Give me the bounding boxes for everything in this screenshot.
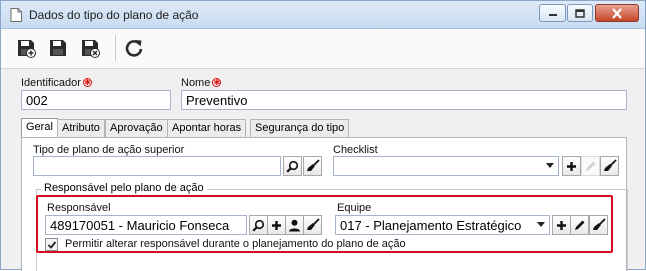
- close-icon: [612, 7, 622, 19]
- broom-icon: [306, 159, 320, 171]
- save-close-icon: [82, 40, 100, 58]
- chevron-down-icon: [546, 163, 554, 168]
- broom-icon: [603, 159, 617, 171]
- permitir-alterar-label: Permitir alterar responsável durante o p…: [65, 238, 406, 250]
- refresh-icon: [125, 40, 143, 57]
- add-equipe-button[interactable]: [552, 215, 571, 235]
- minimize-icon: [548, 14, 557, 16]
- nome-field[interactable]: Preventivo: [181, 90, 627, 110]
- clear-equipe-button[interactable]: [589, 215, 608, 235]
- toolbar-separator: [115, 35, 116, 61]
- save-button[interactable]: [47, 37, 69, 59]
- tab-aprovacao[interactable]: Aprovação: [105, 119, 168, 137]
- pencil-icon: [586, 161, 596, 171]
- window-title: Dados do tipo do plano de ação: [29, 8, 199, 22]
- search-tipo-superior-button[interactable]: [283, 156, 302, 176]
- plus-icon: [272, 220, 281, 230]
- identificador-field[interactable]: 002: [21, 90, 171, 110]
- add-checklist-button[interactable]: [562, 156, 581, 176]
- chevron-down-icon: [537, 222, 545, 227]
- save-new-icon: [18, 40, 36, 58]
- refresh-button[interactable]: [123, 37, 145, 59]
- equipe-label: Equipe: [337, 202, 372, 214]
- clear-responsavel-button[interactable]: [303, 215, 322, 235]
- save-new-button[interactable]: [15, 37, 37, 59]
- broom-icon: [592, 218, 606, 230]
- clear-checklist-button[interactable]: [600, 156, 619, 176]
- responsavel-field[interactable]: 489170051 - Mauricio Fonseca: [45, 215, 247, 235]
- minimize-button[interactable]: [539, 4, 566, 22]
- nome-label: Nome ✱: [181, 77, 222, 89]
- equipe-select[interactable]: 017 - Planejamento Estratégico: [335, 215, 550, 235]
- responsavel-group-legend: Responsável pelo plano de ação: [41, 182, 207, 194]
- tab-atributo[interactable]: Atributo: [57, 119, 105, 137]
- maximize-icon: [575, 8, 585, 18]
- edit-checklist-button[interactable]: [581, 156, 600, 176]
- checklist-label: Checklist: [333, 144, 378, 156]
- tab-seguranca-do-tipo[interactable]: Segurança do tipo: [250, 119, 350, 137]
- plus-icon: [567, 161, 576, 171]
- required-icon: ✱: [212, 78, 222, 87]
- search-icon: [286, 160, 299, 173]
- edit-equipe-button[interactable]: [570, 215, 589, 235]
- pencil-icon: [575, 220, 585, 230]
- required-icon: ✱: [82, 78, 92, 87]
- identificador-label: Identificador ✱: [21, 77, 92, 89]
- clear-tipo-superior-button[interactable]: [303, 156, 322, 176]
- tipo-superior-field[interactable]: [33, 156, 281, 176]
- maximize-button[interactable]: [567, 4, 593, 22]
- tipo-superior-label: Tipo de plano de ação superior: [33, 144, 185, 156]
- save-close-button[interactable]: [79, 37, 101, 59]
- plus-icon: [557, 220, 566, 230]
- broom-icon: [306, 218, 320, 230]
- save-icon: [50, 40, 66, 56]
- tab-apontar-horas[interactable]: Apontar horas: [167, 119, 247, 137]
- close-button[interactable]: [595, 4, 639, 22]
- document-icon: [10, 8, 22, 22]
- user-responsavel-button[interactable]: [285, 215, 304, 235]
- checkmark-icon: [47, 240, 56, 249]
- checklist-select[interactable]: [333, 156, 559, 176]
- title-bar: Dados do tipo do plano de ação: [1, 1, 645, 29]
- dialog-window: Dados do tipo do plano de ação Identific…: [0, 0, 646, 271]
- permitir-alterar-checkbox[interactable]: [45, 238, 58, 251]
- search-icon: [252, 219, 265, 232]
- tab-geral[interactable]: Geral: [21, 118, 58, 138]
- user-icon: [289, 219, 300, 231]
- responsavel-label: Responsável: [47, 202, 111, 214]
- search-responsavel-button[interactable]: [249, 215, 268, 235]
- toolbar: [1, 29, 645, 69]
- add-responsavel-button[interactable]: [267, 215, 286, 235]
